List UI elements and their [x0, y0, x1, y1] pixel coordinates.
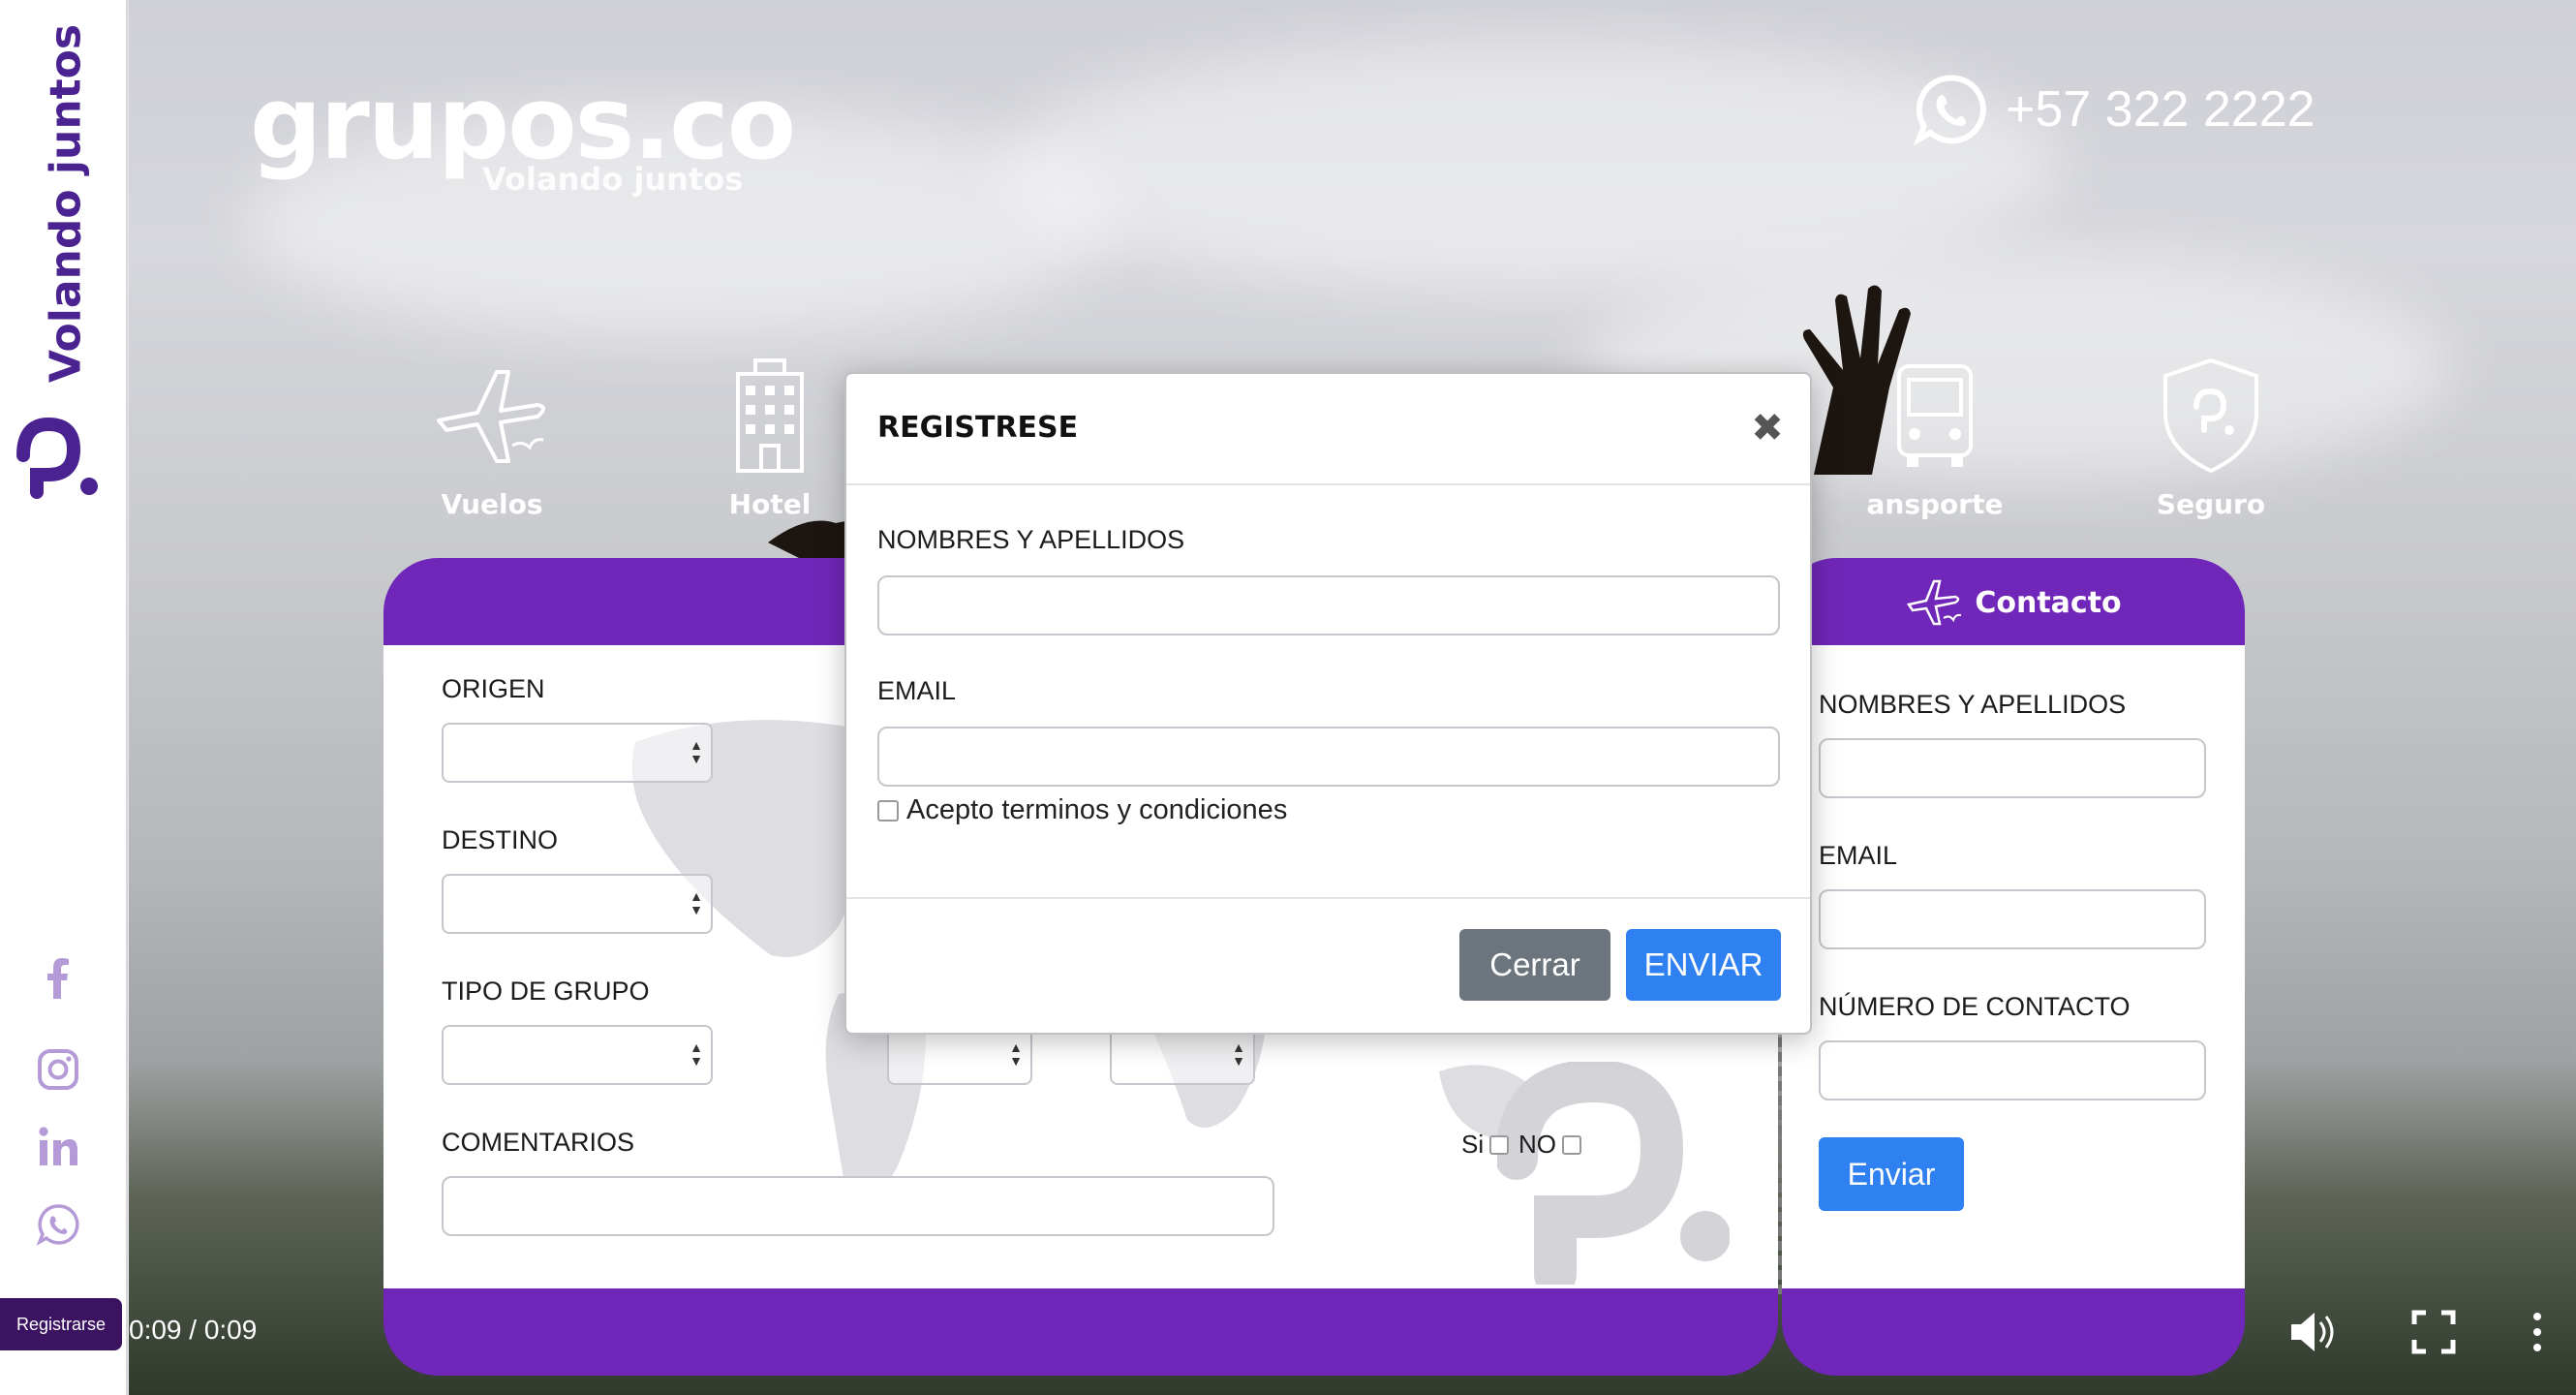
brand-mark-icon	[16, 417, 98, 499]
hotel-icon	[736, 358, 804, 473]
yes-checkbox[interactable]	[1489, 1134, 1510, 1155]
no-checkbox[interactable]	[1562, 1134, 1581, 1155]
modal-email-input[interactable]	[877, 727, 1780, 787]
modal-submit-button[interactable]: ENVIAR	[1626, 929, 1781, 1001]
instagram-icon[interactable]	[35, 1046, 81, 1093]
comments-input[interactable]	[442, 1176, 1274, 1236]
modal-email-label: EMAIL	[877, 676, 957, 705]
contact-submit-button[interactable]: Enviar	[1819, 1137, 1964, 1211]
modal-footer-divider	[846, 897, 1810, 899]
contact-title: Contacto	[1975, 585, 2122, 620]
contact-card-footer	[1782, 1288, 2245, 1376]
linkedin-icon[interactable]	[35, 1124, 81, 1170]
whatsapp-icon[interactable]	[35, 1201, 81, 1248]
contact-card-body: NOMBRES Y APELLIDOS EMAIL NÚMERO DE CONT…	[1782, 645, 2245, 1292]
yes-option[interactable]: Si	[1461, 1130, 1510, 1160]
terms-label: Acepto terminos y condiciones	[906, 794, 1288, 825]
register-button[interactable]: Registrarse	[0, 1298, 122, 1350]
airplane-icon	[437, 370, 545, 463]
service-seguro[interactable]: Seguro	[2133, 353, 2288, 520]
close-icon[interactable]: ✖	[1746, 407, 1789, 450]
modal-header: REGISTRESE ✖	[846, 374, 1810, 485]
origin-select[interactable]: ▲ ▼	[442, 723, 713, 783]
cloud-shape	[1000, 39, 2066, 291]
contact-email-input[interactable]	[1819, 889, 2206, 949]
more-options-icon[interactable]	[2523, 1303, 2552, 1361]
booking-card-footer	[383, 1288, 1778, 1376]
logo-tagline: Volando juntos	[482, 161, 744, 198]
contact-card-header: Contacto	[1782, 558, 2245, 647]
contact-phone-label: NÚMERO DE CONTACTO	[1819, 992, 2131, 1021]
contact-name-input[interactable]	[1819, 738, 2206, 798]
contact-email-label: EMAIL	[1819, 841, 1898, 870]
origin-label: ORIGEN	[442, 674, 545, 703]
fullscreen-icon[interactable]	[2405, 1303, 2463, 1361]
volume-icon[interactable]	[2284, 1303, 2342, 1361]
sidebar-brand-text: Volando juntos	[41, 23, 91, 384]
phone-number: +57 322 2222	[2006, 81, 2315, 138]
bus-icon	[1897, 364, 1973, 467]
whatsapp-icon	[1913, 75, 1986, 146]
comments-label: COMENTARIOS	[442, 1128, 635, 1157]
service-transporte[interactable]: ansporte	[1857, 353, 2012, 520]
modal-name-input[interactable]	[877, 575, 1780, 636]
contact-phone-input[interactable]	[1819, 1040, 2206, 1100]
modal-title: REGISTRESE	[877, 411, 1079, 445]
contact-name-label: NOMBRES Y APELLIDOS	[1819, 690, 2127, 719]
register-modal: REGISTRESE ✖ NOMBRES Y APELLIDOS EMAIL A…	[844, 372, 1812, 1035]
contact-card: Contacto NOMBRES Y APELLIDOS EMAIL NÚMER…	[1782, 558, 2245, 1377]
brand-watermark-icon	[1497, 1062, 1730, 1285]
no-option[interactable]: NO	[1518, 1130, 1581, 1160]
service-vuelos[interactable]: Vuelos	[414, 353, 569, 520]
facebook-icon[interactable]	[35, 954, 81, 1001]
shield-icon	[2163, 357, 2258, 474]
left-sidebar: Volando juntos Registrarse	[0, 0, 128, 1395]
video-time: 0:09 / 0:09	[129, 1315, 258, 1345]
group-type-label: TIPO DE GRUPO	[442, 976, 650, 1006]
terms-option[interactable]: Acepto terminos y condiciones	[877, 794, 1287, 826]
brand-logo[interactable]: grupos.co Volando juntos	[250, 64, 796, 200]
airplane-icon	[1907, 579, 1962, 626]
destination-select[interactable]: ▲ ▼	[442, 874, 713, 934]
modal-name-label: NOMBRES Y APELLIDOS	[877, 525, 1185, 554]
phone-contact[interactable]: +57 322 2222	[1911, 70, 2315, 149]
terms-checkbox[interactable]	[877, 799, 899, 822]
modal-cancel-button[interactable]: Cerrar	[1459, 929, 1610, 1001]
group-type-select[interactable]: ▲ ▼	[442, 1025, 713, 1085]
destination-label: DESTINO	[442, 825, 559, 854]
service-hotel[interactable]: Hotel	[692, 353, 847, 520]
sidebar-brand[interactable]: Volando juntos	[8, 10, 120, 499]
